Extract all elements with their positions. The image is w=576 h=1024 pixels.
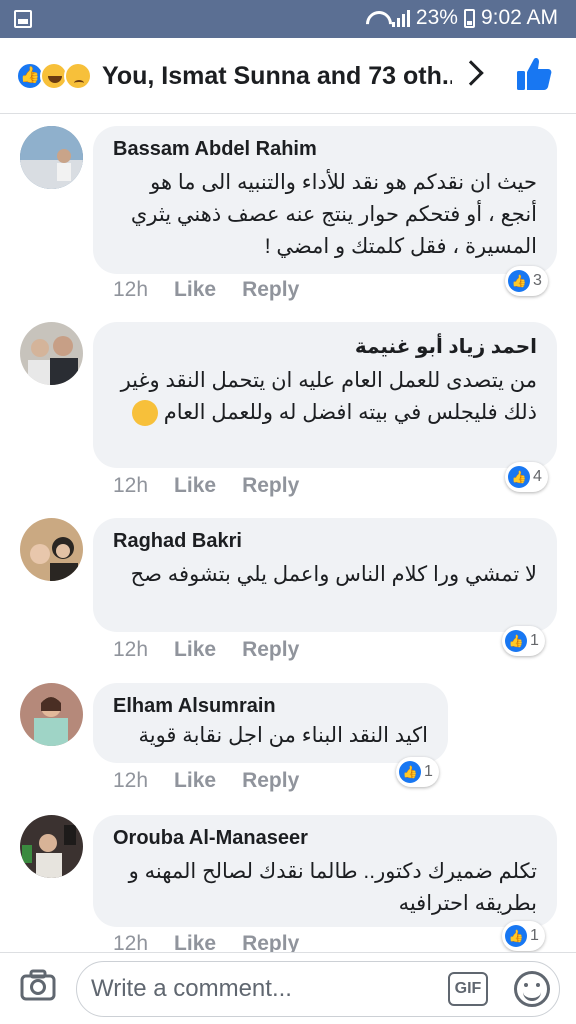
avatar[interactable] bbox=[20, 126, 83, 189]
reaction-count-value: 1 bbox=[530, 632, 539, 649]
comment-bubble[interactable]: Bassam Abdel Rahim حيث ان نقدكم هو نقد ل… bbox=[93, 126, 557, 274]
comment-author[interactable]: احمد زياد أبو غنيمة bbox=[113, 334, 537, 359]
like-button[interactable]: Like bbox=[174, 932, 216, 952]
reaction-count-value: 1 bbox=[530, 927, 539, 944]
comment-actions: 12h Like Reply bbox=[113, 474, 299, 498]
comment-item: Raghad Bakri لا تمشي ورا كلام الناس واعم… bbox=[0, 507, 576, 671]
comments-list[interactable]: Bassam Abdel Rahim حيث ان نقدكم هو نقد ل… bbox=[0, 115, 576, 952]
comment-bubble[interactable]: Elham Alsumrain اكيد النقد البناء من اجل… bbox=[93, 683, 448, 763]
clock: 9:02 AM bbox=[480, 6, 558, 29]
gif-icon[interactable]: GIF bbox=[448, 972, 488, 1006]
chevron-right-icon[interactable] bbox=[458, 60, 484, 86]
comment-time[interactable]: 12h bbox=[113, 474, 148, 498]
like-button[interactable]: Like bbox=[174, 278, 216, 302]
comment-item: Orouba Al-Manaseer تكلم ضميرك دكتور.. طا… bbox=[0, 803, 576, 952]
comment-text: لا تمشي ورا كلام الناس واعمل يلي بتشوفه … bbox=[130, 563, 537, 586]
reaction-count[interactable]: 👍 4 bbox=[505, 462, 548, 492]
sad-reaction-icon bbox=[64, 62, 92, 90]
reply-button[interactable]: Reply bbox=[242, 638, 299, 662]
reply-button[interactable]: Reply bbox=[242, 932, 299, 952]
like-reaction-icon: 👍 bbox=[399, 761, 421, 783]
comment-actions: 12h Like Reply bbox=[113, 278, 299, 302]
comment-time[interactable]: 12h bbox=[113, 638, 148, 662]
battery-icon bbox=[463, 8, 475, 28]
comment-author[interactable]: Orouba Al-Manaseer bbox=[113, 827, 537, 850]
like-reaction-icon: 👍 bbox=[508, 466, 530, 488]
battery-percent: 23% bbox=[415, 6, 458, 29]
reply-button[interactable]: Reply bbox=[242, 474, 299, 498]
comment-actions: 12h Like Reply bbox=[113, 638, 299, 662]
comment-item: احمد زياد أبو غنيمة من يتصدى للعمل العام… bbox=[0, 311, 576, 507]
like-button[interactable]: Like bbox=[174, 769, 216, 793]
comment-item: Bassam Abdel Rahim حيث ان نقدكم هو نقد ل… bbox=[0, 115, 576, 311]
comment-composer: Write a comment... GIF bbox=[0, 952, 576, 1024]
reply-button[interactable]: Reply bbox=[242, 278, 299, 302]
status-indicators: 23% 9:02 AM bbox=[366, 6, 558, 30]
comment-text: حيث ان نقدكم هو نقد للأداء والتنبيه الى … bbox=[130, 171, 537, 258]
emoji-icon[interactable] bbox=[514, 971, 550, 1007]
like-button[interactable]: Like bbox=[174, 474, 216, 498]
wifi-icon bbox=[366, 9, 386, 27]
comment-bubble[interactable]: Orouba Al-Manaseer تكلم ضميرك دكتور.. طا… bbox=[93, 815, 557, 927]
comment-actions: 12h Like Reply bbox=[113, 769, 299, 793]
comment-time[interactable]: 12h bbox=[113, 932, 148, 952]
comment-item: Elham Alsumrain اكيد النقد البناء من اجل… bbox=[0, 671, 576, 803]
comment-text: تكلم ضميرك دكتور.. طالما نقدك لصالح المه… bbox=[128, 860, 537, 915]
comment-actions: 12h Like Reply bbox=[113, 932, 299, 952]
reactions-summary[interactable]: You, Ismat Sunna and 73 oth... bbox=[102, 62, 452, 91]
like-reaction-icon: 👍 bbox=[508, 270, 530, 292]
reaction-count[interactable]: 👍 1 bbox=[396, 757, 439, 787]
reaction-icons: 👍 bbox=[16, 62, 94, 90]
reaction-count[interactable]: 👍 1 bbox=[502, 626, 545, 656]
comment-text: اكيد النقد البناء من اجل نقابة قوية bbox=[138, 724, 428, 747]
thumbs-up-icon[interactable] bbox=[516, 56, 552, 92]
comment-bubble[interactable]: احمد زياد أبو غنيمة من يتصدى للعمل العام… bbox=[93, 322, 557, 468]
comment-text-body: من يتصدى للعمل العام عليه ان يتحمل النقد… bbox=[120, 369, 537, 424]
signal-icon bbox=[391, 9, 410, 27]
reactions-header[interactable]: 👍 You, Ismat Sunna and 73 oth... bbox=[0, 38, 576, 114]
like-reaction-icon: 👍 bbox=[505, 630, 527, 652]
like-reaction-icon: 👍 bbox=[505, 925, 527, 947]
avatar[interactable] bbox=[20, 683, 83, 746]
reaction-count[interactable]: 👍 3 bbox=[505, 266, 548, 296]
gallery-icon bbox=[14, 10, 32, 28]
comment-author[interactable]: Bassam Abdel Rahim bbox=[113, 138, 537, 161]
comment-time[interactable]: 12h bbox=[113, 278, 148, 302]
reaction-count-value: 4 bbox=[533, 468, 542, 485]
avatar[interactable] bbox=[20, 518, 83, 581]
comment-text: من يتصدى للعمل العام عليه ان يتحمل النقد… bbox=[113, 365, 537, 429]
smile-emoji-icon bbox=[131, 400, 158, 427]
avatar[interactable] bbox=[20, 322, 83, 385]
comment-time[interactable]: 12h bbox=[113, 769, 148, 793]
comment-author[interactable]: Raghad Bakri bbox=[113, 530, 537, 553]
avatar[interactable] bbox=[20, 815, 83, 878]
status-bar: 23% 9:02 AM bbox=[0, 0, 576, 38]
reaction-count-value: 1 bbox=[424, 763, 433, 780]
reply-button[interactable]: Reply bbox=[242, 769, 299, 793]
comment-author[interactable]: Elham Alsumrain bbox=[113, 695, 428, 718]
reaction-count[interactable]: 👍 1 bbox=[502, 921, 545, 951]
reaction-count-value: 3 bbox=[533, 272, 542, 289]
like-button[interactable]: Like bbox=[174, 638, 216, 662]
comment-bubble[interactable]: Raghad Bakri لا تمشي ورا كلام الناس واعم… bbox=[93, 518, 557, 632]
camera-icon[interactable] bbox=[20, 969, 56, 1001]
